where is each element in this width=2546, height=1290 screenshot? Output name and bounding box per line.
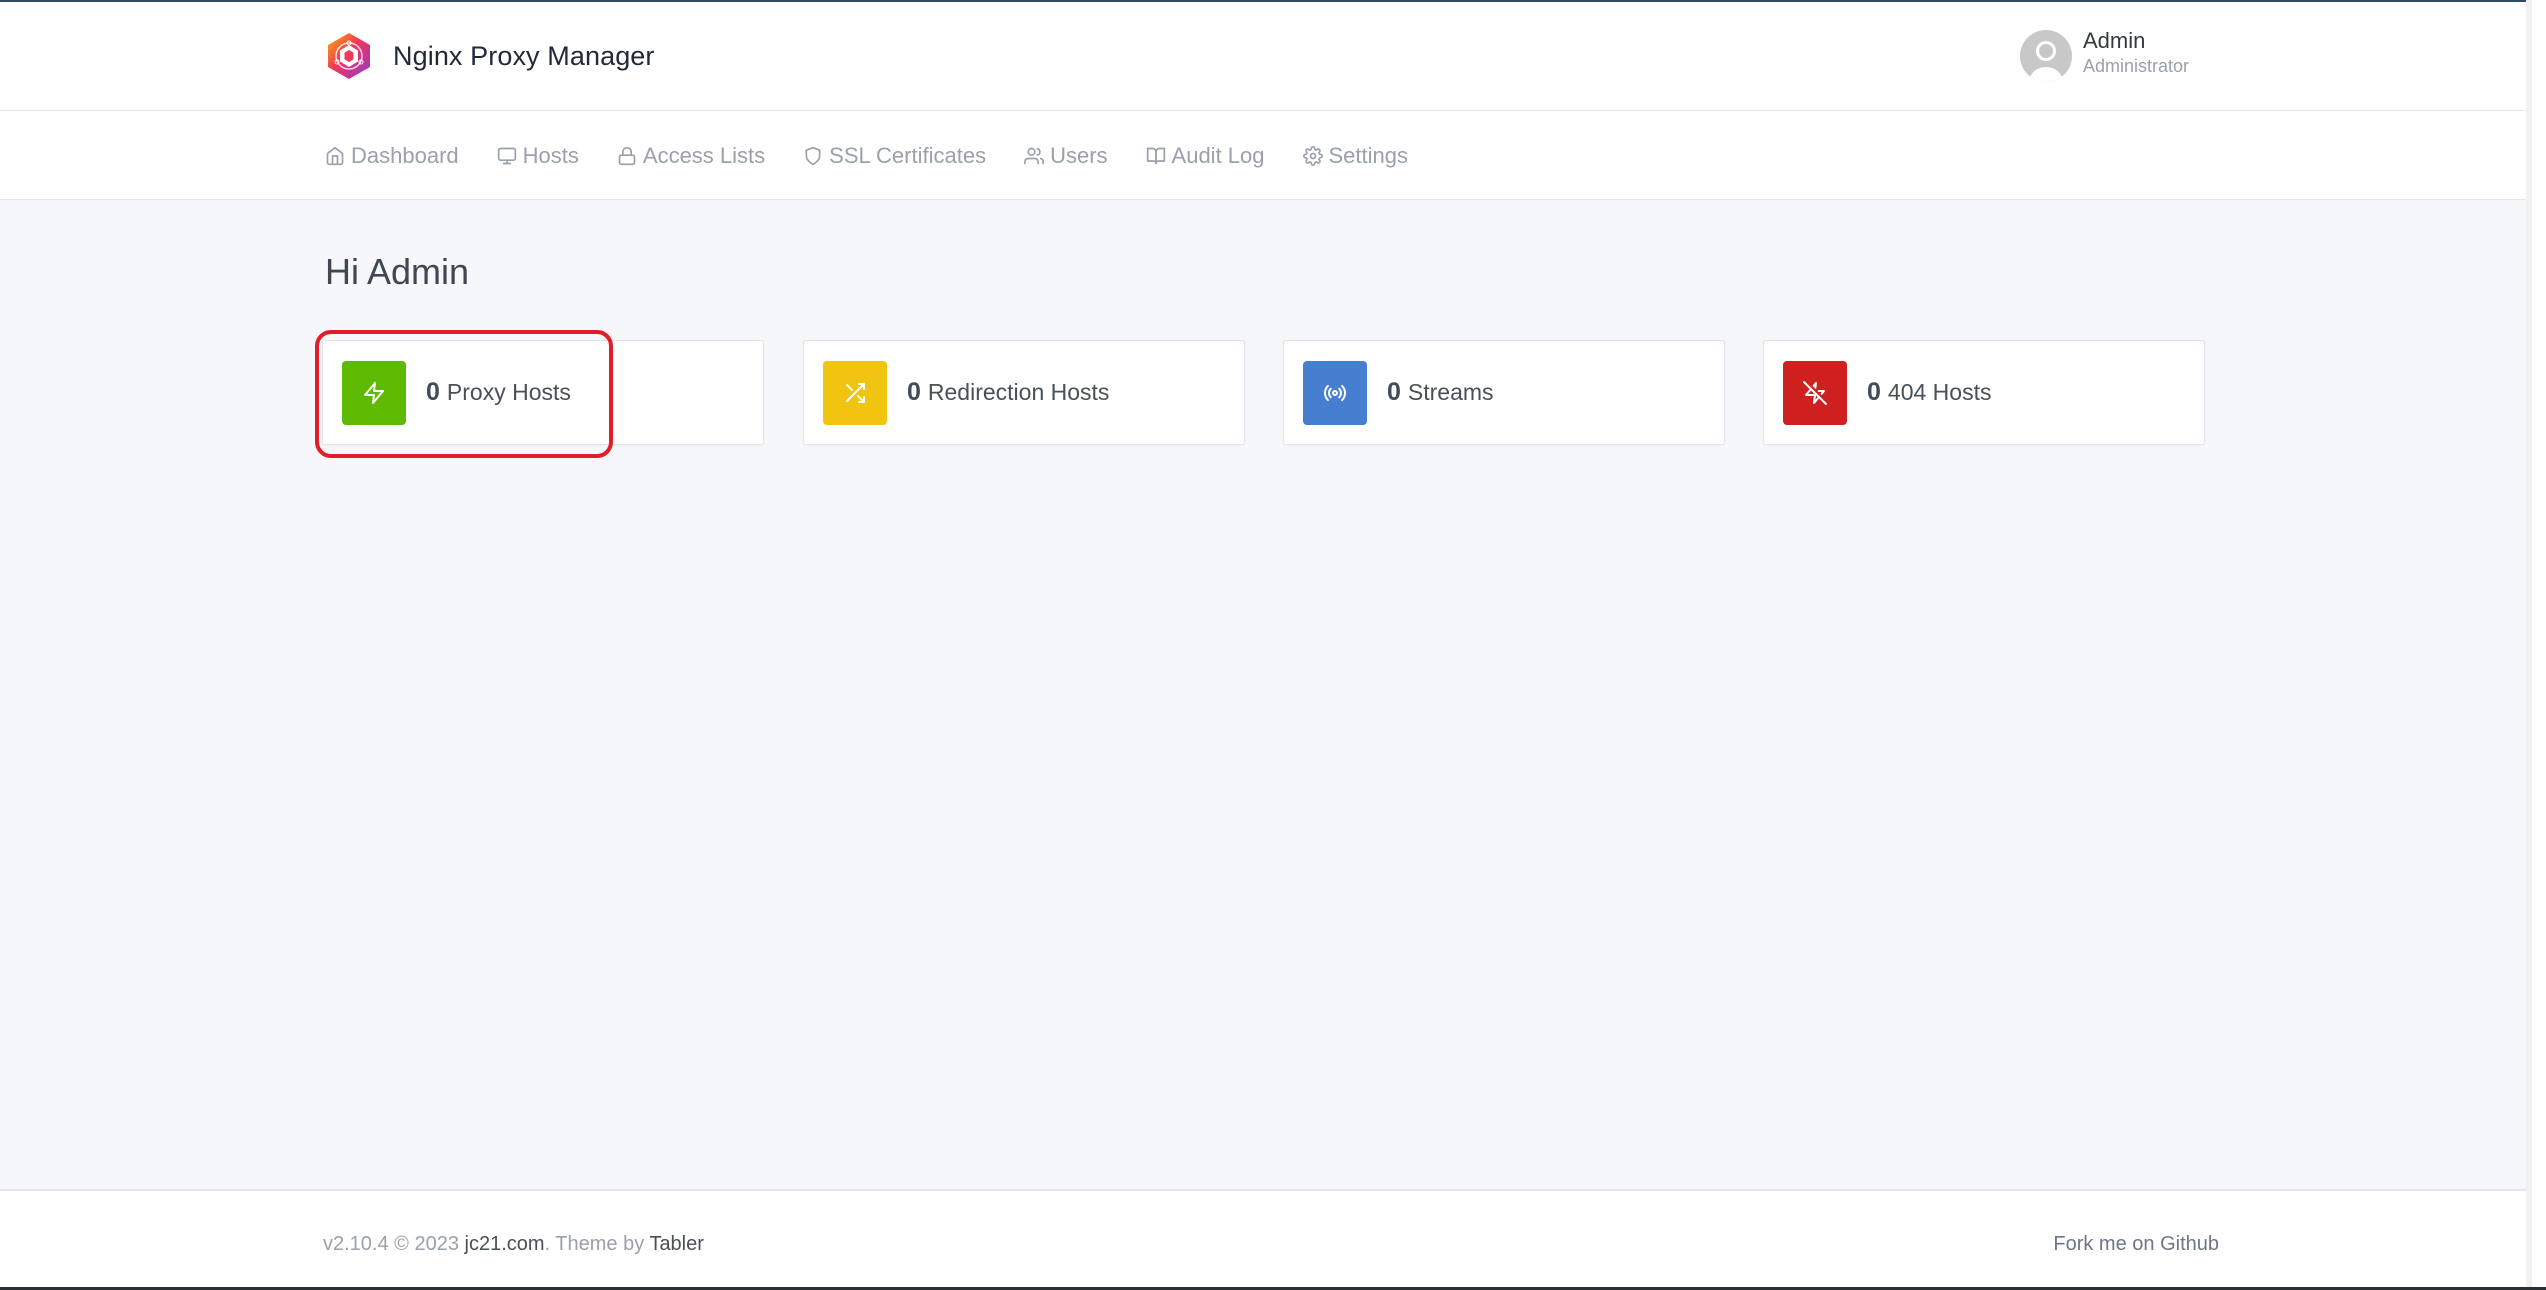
zap-icon [364, 381, 384, 404]
page: Nginx Proxy Manager Admin Administrator [0, 0, 2526, 1289]
monitor-icon [497, 147, 516, 165]
home-icon [326, 146, 344, 166]
app-title: Nginx Proxy Manager [393, 40, 655, 71]
settings-icon [1302, 146, 1323, 166]
page-title: Hi Admin [325, 251, 470, 292]
github-link[interactable]: Fork me on Github [2053, 1233, 2219, 1256]
user-role: Administrator [2083, 56, 2190, 76]
shield-icon [805, 146, 821, 166]
nav-item-access-lists[interactable]: Access Lists [617, 143, 765, 169]
nav-item-settings[interactable]: Settings [1302, 143, 1409, 169]
nav-label: SSL Certificates [829, 143, 987, 168]
nav-item-hosts[interactable]: Hosts [497, 143, 579, 169]
card-count: 0 [1867, 378, 1881, 406]
lock-icon [618, 146, 636, 166]
logo-icon [328, 33, 370, 79]
card-label: Proxy Hosts [446, 379, 571, 405]
stat-card-proxy-hosts[interactable]: 0 Proxy Hosts [322, 340, 764, 445]
scrollbar[interactable] [2526, 0, 2532, 1287]
card-icon-box [1303, 360, 1367, 425]
nav-label: Access Lists [642, 143, 766, 168]
avatar [2020, 30, 2072, 82]
nav-item-ssl-certificates[interactable]: SSL Certificates [803, 143, 986, 169]
brand[interactable]: Nginx Proxy Manager [326, 32, 655, 80]
footer-credits: v2.10.4 © 2023 jc21.com. Theme by Tabler [323, 1233, 704, 1256]
stat-card-streams[interactable]: 0 Streams [1283, 340, 1725, 445]
stat-card-redirection-hosts[interactable]: 0 Redirection Hosts [803, 340, 1245, 445]
tabler-link[interactable]: Tabler [649, 1233, 703, 1255]
user-name: Admin [2083, 28, 2146, 53]
card-count: 0 [426, 378, 440, 406]
radio-icon [1324, 384, 1346, 401]
stat-card-404-hosts[interactable]: 0 404 Hosts [1763, 340, 2205, 445]
nav-label: Hosts [522, 143, 579, 168]
nav-label: Dashboard [351, 143, 459, 168]
main-nav: Dashboard Hosts Access Lists SSL Certifi… [0, 111, 2526, 200]
card-icon-box [342, 360, 406, 425]
nav-label: Audit Log [1171, 143, 1265, 168]
book-open-icon [1146, 147, 1165, 165]
users-icon [1024, 147, 1045, 165]
nav-item-audit-log[interactable]: Audit Log [1146, 143, 1265, 169]
user-menu[interactable]: Admin Administrator [2020, 28, 2189, 82]
shuffle-icon [846, 382, 865, 403]
nav-label: Settings [1328, 143, 1409, 168]
footer: v2.10.4 © 2023 jc21.com. Theme by Tabler… [0, 1189, 2526, 1289]
card-count: 0 [907, 378, 921, 406]
card-label: 404 Hosts [1887, 379, 1992, 405]
card-count: 0 [1387, 378, 1401, 406]
card-label: Redirection Hosts [927, 379, 1110, 405]
company-link[interactable]: jc21.com [465, 1233, 545, 1255]
zap-off-icon [1803, 380, 1827, 405]
card-icon-box [1783, 360, 1847, 425]
nav-label: Users [1050, 143, 1108, 168]
theme-prefix: . Theme by [544, 1233, 645, 1255]
nav-item-users[interactable]: Users [1024, 143, 1108, 169]
version-text: v2.10.4 © 2023 [323, 1233, 459, 1255]
nav-item-dashboard[interactable]: Dashboard [325, 143, 459, 169]
card-icon-box [823, 360, 887, 425]
header: Nginx Proxy Manager Admin Administrator [0, 2, 2526, 111]
card-label: Streams [1407, 379, 1494, 405]
